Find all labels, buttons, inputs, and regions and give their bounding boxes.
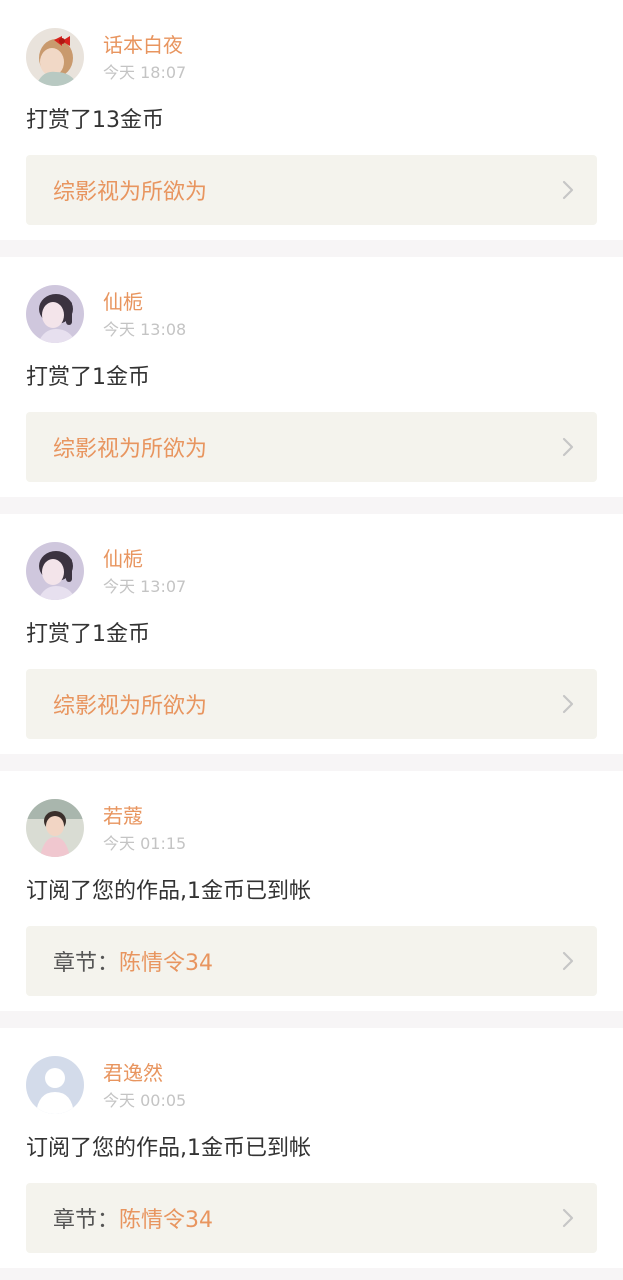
action-text: 订阅了您的作品,1金币已到帐	[26, 1136, 311, 1161]
work-title: 综影视为所欲为	[53, 180, 208, 205]
avatar-default-user	[26, 1056, 84, 1114]
chapter-title: 陈情令34	[119, 1208, 214, 1233]
timestamp: 今天 01:15	[103, 834, 187, 853]
work-link[interactable]: 综影视为所欲为	[26, 669, 597, 739]
avatar-photo-child	[26, 799, 84, 857]
action-text: 订阅了您的作品,1金币已到帐	[26, 879, 311, 904]
avatar[interactable]	[26, 1056, 84, 1114]
notification-feed: 话本白夜 今天 18:07 打赏了13金币 综影视为所欲为 仙栀 今天 13:0…	[0, 0, 623, 1268]
avatar[interactable]	[26, 28, 84, 86]
username[interactable]: 仙栀	[103, 290, 143, 314]
link-prefix: 章节：	[53, 951, 120, 976]
work-title: 综影视为所欲为	[53, 694, 208, 719]
timestamp: 今天 13:08	[103, 320, 187, 339]
username[interactable]: 话本白夜	[103, 33, 183, 57]
action-text: 打赏了13金币	[26, 108, 164, 133]
notification-card: 君逸然 今天 00:05 订阅了您的作品,1金币已到帐 章节： 陈情令34	[0, 1028, 623, 1268]
action-text: 打赏了1金币	[26, 365, 150, 390]
work-link[interactable]: 综影视为所欲为	[26, 412, 597, 482]
chevron-right-icon	[561, 950, 575, 972]
link-prefix: 章节：	[53, 1208, 120, 1233]
notification-card: 仙栀 今天 13:08 打赏了1金币 综影视为所欲为	[0, 257, 623, 497]
chevron-right-icon	[561, 693, 575, 715]
notification-card: 仙栀 今天 13:07 打赏了1金币 综影视为所欲为	[0, 514, 623, 754]
username[interactable]: 若蔻	[103, 804, 143, 828]
chevron-right-icon	[561, 436, 575, 458]
avatar[interactable]	[26, 542, 84, 600]
work-link[interactable]: 综影视为所欲为	[26, 155, 597, 225]
timestamp: 今天 18:07	[103, 63, 187, 82]
timestamp: 今天 00:05	[103, 1091, 187, 1110]
notification-card: 若蔻 今天 01:15 订阅了您的作品,1金币已到帐 章节： 陈情令34	[0, 771, 623, 1011]
avatar[interactable]	[26, 799, 84, 857]
work-link[interactable]: 章节： 陈情令34	[26, 1183, 597, 1253]
avatar-photo-girl-purple	[26, 542, 84, 600]
action-text: 打赏了1金币	[26, 622, 150, 647]
avatar-photo-girl-purple	[26, 285, 84, 343]
work-title: 综影视为所欲为	[53, 437, 208, 462]
chevron-right-icon	[561, 179, 575, 201]
timestamp: 今天 13:07	[103, 577, 187, 596]
work-link[interactable]: 章节： 陈情令34	[26, 926, 597, 996]
chapter-title: 陈情令34	[119, 951, 214, 976]
username[interactable]: 仙栀	[103, 547, 143, 571]
notification-card: 话本白夜 今天 18:07 打赏了13金币 综影视为所欲为	[0, 0, 623, 240]
chevron-right-icon	[561, 1207, 575, 1229]
avatar-photo-girl-red-bow	[26, 28, 84, 86]
username[interactable]: 君逸然	[103, 1061, 163, 1085]
avatar[interactable]	[26, 285, 84, 343]
